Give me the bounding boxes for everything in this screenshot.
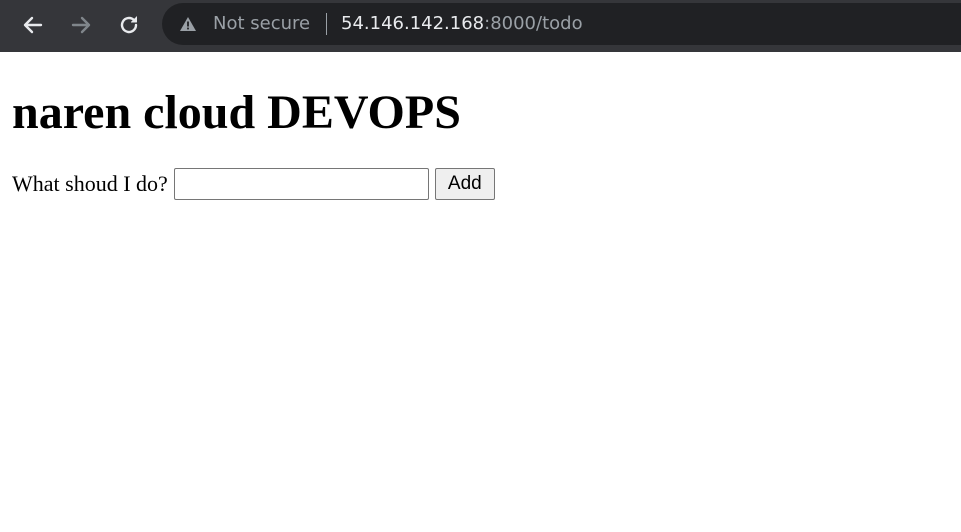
page-content: naren cloud DEVOPS What shoud I do? Add	[12, 52, 495, 200]
url-host: 54.146.142.168	[341, 13, 485, 34]
todo-label: What shoud I do?	[12, 171, 168, 196]
reload-button[interactable]	[112, 8, 146, 42]
page-title: naren cloud DEVOPS	[12, 86, 461, 139]
omnibox-divider	[326, 13, 327, 35]
forward-button[interactable]	[64, 8, 98, 42]
url-path: :8000/todo	[484, 13, 583, 34]
back-button[interactable]	[16, 8, 50, 42]
forward-arrow-icon	[71, 16, 91, 34]
warning-triangle-icon[interactable]	[179, 16, 197, 32]
browser-toolbar: Not secure 54.146.142.168:8000/todo	[0, 0, 961, 52]
back-arrow-icon	[23, 16, 43, 34]
add-button[interactable]: Add	[434, 168, 495, 200]
todo-input[interactable]	[173, 168, 429, 200]
reload-icon	[120, 16, 138, 34]
security-label[interactable]: Not secure	[213, 12, 310, 36]
address-bar[interactable]: Not secure 54.146.142.168:8000/todo	[162, 3, 961, 45]
todo-form: What shoud I do? Add	[12, 168, 495, 200]
url-text[interactable]: 54.146.142.168:8000/todo	[341, 12, 583, 36]
